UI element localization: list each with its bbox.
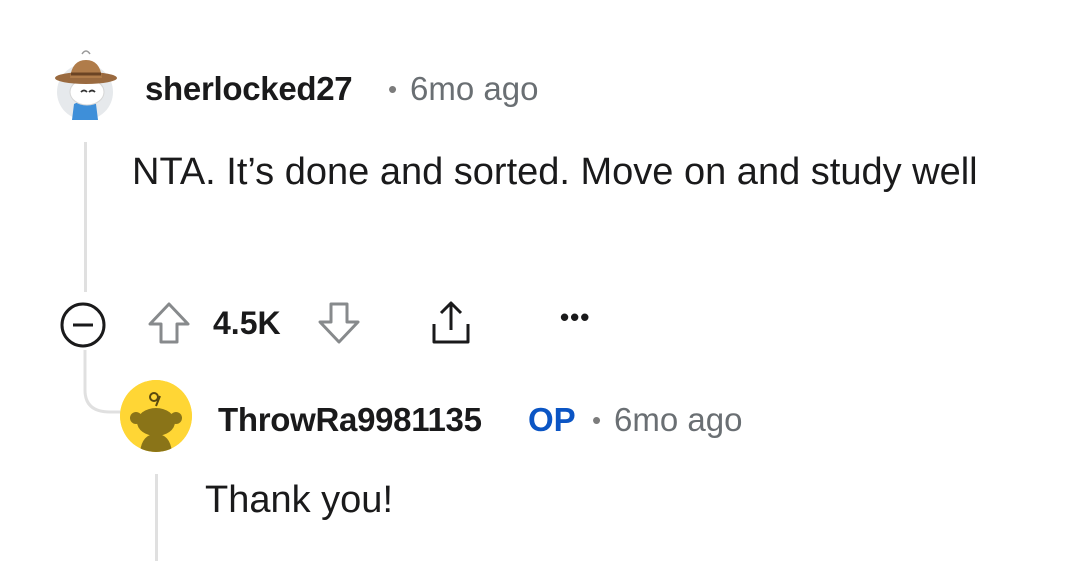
collapse-button[interactable] bbox=[58, 300, 108, 350]
comment-timestamp: 6mo ago bbox=[614, 401, 743, 438]
avatar[interactable] bbox=[120, 380, 192, 452]
meta-separator: • bbox=[592, 405, 602, 435]
share-button[interactable] bbox=[426, 298, 476, 348]
thread-line bbox=[155, 474, 158, 561]
upvote-arrow-icon bbox=[148, 302, 190, 344]
downvote-arrow-icon bbox=[318, 302, 360, 344]
collapse-minus-icon bbox=[60, 302, 106, 348]
comment-body: Thank you! bbox=[205, 479, 393, 521]
default-snoo-avatar-icon bbox=[120, 380, 192, 452]
upvote-button[interactable] bbox=[146, 300, 192, 346]
comment-author[interactable]: sherlocked27 bbox=[145, 70, 353, 108]
comment-timestamp: 6mo ago bbox=[410, 70, 539, 107]
comment-author[interactable]: ThrowRa9981135 bbox=[218, 401, 482, 439]
cowboy-snoo-avatar-icon bbox=[55, 50, 117, 120]
downvote-button[interactable] bbox=[316, 300, 362, 346]
vote-score: 4.5K bbox=[213, 305, 281, 341]
meta-separator: • bbox=[388, 74, 398, 104]
comment-body: NTA. It’s done and sorted. Move on and s… bbox=[132, 151, 978, 193]
share-icon bbox=[432, 301, 470, 344]
op-badge: OP bbox=[528, 401, 576, 438]
more-options-button[interactable]: ••• bbox=[560, 302, 590, 333]
thread-line bbox=[84, 142, 87, 292]
avatar[interactable] bbox=[52, 48, 118, 120]
